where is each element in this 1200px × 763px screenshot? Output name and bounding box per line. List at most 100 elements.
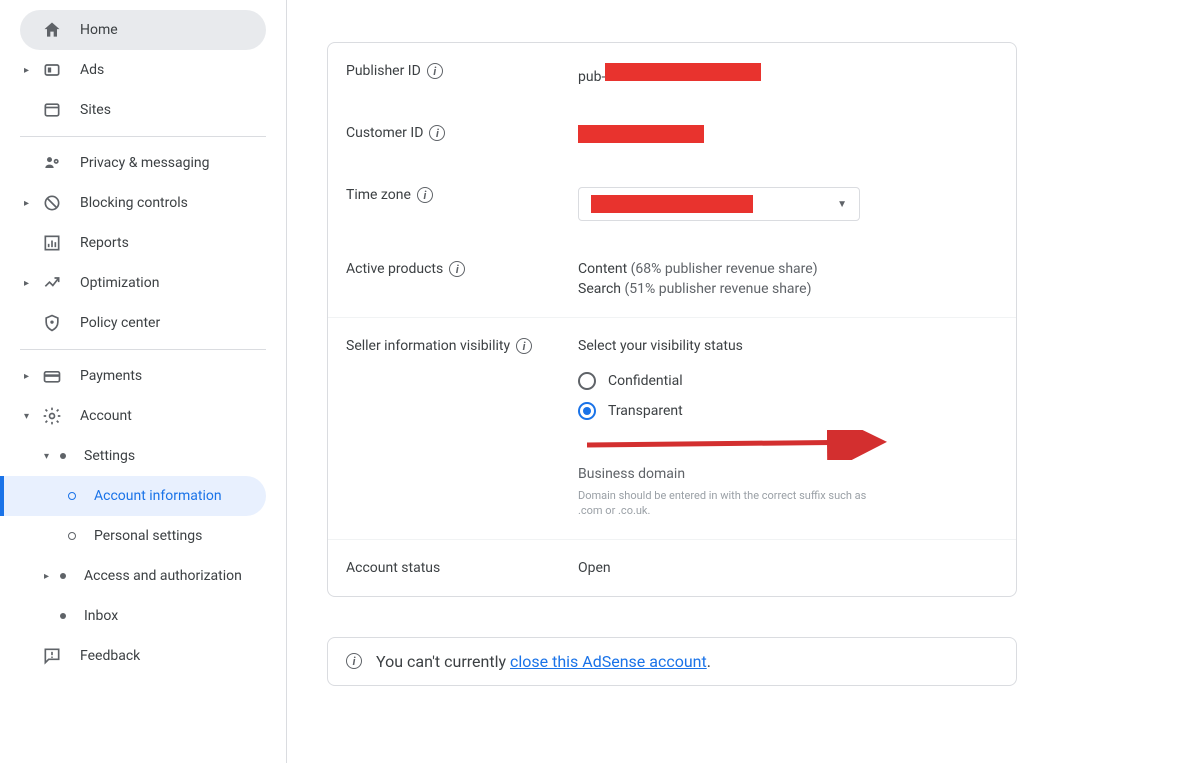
label-timezone: Time zone i (346, 187, 578, 203)
row-publisher-id: Publisher ID i pub- (328, 43, 1016, 105)
info-icon: i (346, 653, 362, 669)
nav-privacy[interactable]: Privacy & messaging (0, 143, 266, 183)
ads-icon (40, 58, 64, 82)
radio-icon (578, 402, 596, 420)
redacted-value (605, 63, 761, 81)
value-active-products: Content (68% publisher revenue share) Se… (578, 261, 998, 297)
nav-label: Feedback (80, 648, 140, 664)
info-icon[interactable]: i (429, 125, 445, 141)
visibility-instruction: Select your visibility status (578, 338, 998, 354)
nav-label: Payments (80, 368, 142, 384)
policy-icon (40, 311, 64, 335)
feedback-icon (40, 644, 64, 668)
sidebar: Home ▸ Ads Sites Privacy & messaging ▸ B… (0, 0, 287, 763)
label-publisher-id: Publisher ID i (346, 63, 578, 79)
privacy-icon (40, 151, 64, 175)
optimization-icon (40, 271, 64, 295)
nav-reports[interactable]: Reports (0, 223, 266, 263)
nav-account[interactable]: ▾ Account (0, 396, 266, 436)
nav-optimization[interactable]: ▸ Optimization (0, 263, 266, 303)
expand-icon: ▸ (24, 371, 29, 382)
nav-blocking[interactable]: ▸ Blocking controls (0, 183, 266, 223)
nav-label: Blocking controls (80, 195, 188, 211)
nav-policy[interactable]: Policy center (0, 303, 266, 343)
value-account-status: Open (578, 560, 998, 576)
nav-access-authorization[interactable]: ▸ Access and authorization (0, 556, 266, 596)
info-icon[interactable]: i (427, 63, 443, 79)
value-customer-id (578, 125, 998, 147)
notice-text: You can't currently close this AdSense a… (376, 652, 711, 671)
divider (20, 136, 266, 137)
nav-feedback[interactable]: Feedback (0, 636, 266, 676)
home-icon (40, 18, 64, 42)
nav-label: Personal settings (94, 528, 202, 544)
nav-account-information[interactable]: Account information (0, 476, 266, 516)
bullet-icon (60, 453, 66, 459)
nav-sites[interactable]: Sites (0, 90, 266, 130)
reports-icon (40, 231, 64, 255)
nav-label: Sites (80, 102, 111, 118)
nav-label: Access and authorization (84, 568, 242, 584)
row-customer-id: Customer ID i (328, 105, 1016, 167)
expand-icon: ▸ (24, 278, 29, 289)
sites-icon (40, 98, 64, 122)
close-account-notice: i You can't currently close this AdSense… (327, 637, 1017, 686)
main-content: Publisher ID i pub- Customer ID i Time z… (287, 0, 1200, 763)
expand-icon: ▸ (24, 65, 29, 76)
nav-home[interactable]: Home (20, 10, 266, 50)
bullet-icon (60, 613, 66, 619)
radio-confidential[interactable]: Confidential (578, 366, 998, 396)
bullet-icon (68, 492, 76, 500)
radio-label: Transparent (608, 403, 683, 419)
row-account-status: Account status Open (328, 540, 1016, 596)
nav-label: Policy center (80, 315, 160, 331)
divider (20, 349, 266, 350)
label-active-products: Active products i (346, 261, 578, 277)
business-domain-hint: Domain should be entered in with the cor… (578, 488, 868, 519)
value-publisher-id: pub- (578, 63, 998, 85)
label-seller-visibility: Seller information visibility i (346, 338, 578, 354)
close-account-link[interactable]: close this AdSense account (510, 652, 707, 671)
nav-ads[interactable]: ▸ Ads (0, 50, 266, 90)
block-icon (40, 191, 64, 215)
chevron-down-icon: ▼ (837, 199, 847, 210)
label-account-status: Account status (346, 560, 578, 576)
payments-icon (40, 364, 64, 388)
info-icon[interactable]: i (417, 187, 433, 203)
nav-label: Reports (80, 235, 129, 251)
nav-label: Settings (84, 448, 135, 464)
nav-label: Home (80, 22, 118, 38)
value-timezone: ▼ (578, 187, 998, 221)
value-seller-visibility: Select your visibility status Confidenti… (578, 338, 998, 519)
radio-label: Confidential (608, 373, 683, 389)
expand-icon: ▸ (24, 198, 29, 209)
expand-icon: ▸ (44, 571, 49, 582)
row-timezone: Time zone i ▼ (328, 167, 1016, 241)
nav-label: Optimization (80, 275, 159, 291)
timezone-dropdown[interactable]: ▼ (578, 187, 860, 221)
radio-transparent[interactable]: Transparent (578, 396, 998, 426)
gear-icon (40, 404, 64, 428)
nav-label: Account information (94, 488, 222, 504)
radio-icon (578, 372, 596, 390)
bullet-icon (68, 532, 76, 540)
collapse-icon: ▾ (24, 411, 29, 422)
label-customer-id: Customer ID i (346, 125, 578, 141)
business-domain-label: Business domain (578, 466, 998, 482)
row-active-products: Active products i Content (68% publisher… (328, 241, 1016, 318)
nav-settings[interactable]: ▾ Settings (0, 436, 266, 476)
redacted-value (578, 125, 704, 143)
bullet-icon (60, 573, 66, 579)
info-icon[interactable]: i (449, 261, 465, 277)
info-icon[interactable]: i (516, 338, 532, 354)
nav-label: Privacy & messaging (80, 155, 210, 171)
nav-personal-settings[interactable]: Personal settings (0, 516, 266, 556)
collapse-icon: ▾ (44, 451, 49, 462)
nav-label: Inbox (84, 608, 118, 624)
nav-payments[interactable]: ▸ Payments (0, 356, 266, 396)
row-seller-visibility: Seller information visibility i Select y… (328, 318, 1016, 540)
account-info-card: Publisher ID i pub- Customer ID i Time z… (327, 42, 1017, 597)
redacted-value (591, 195, 753, 213)
nav-inbox[interactable]: Inbox (0, 596, 266, 636)
nav-label: Ads (80, 62, 104, 78)
